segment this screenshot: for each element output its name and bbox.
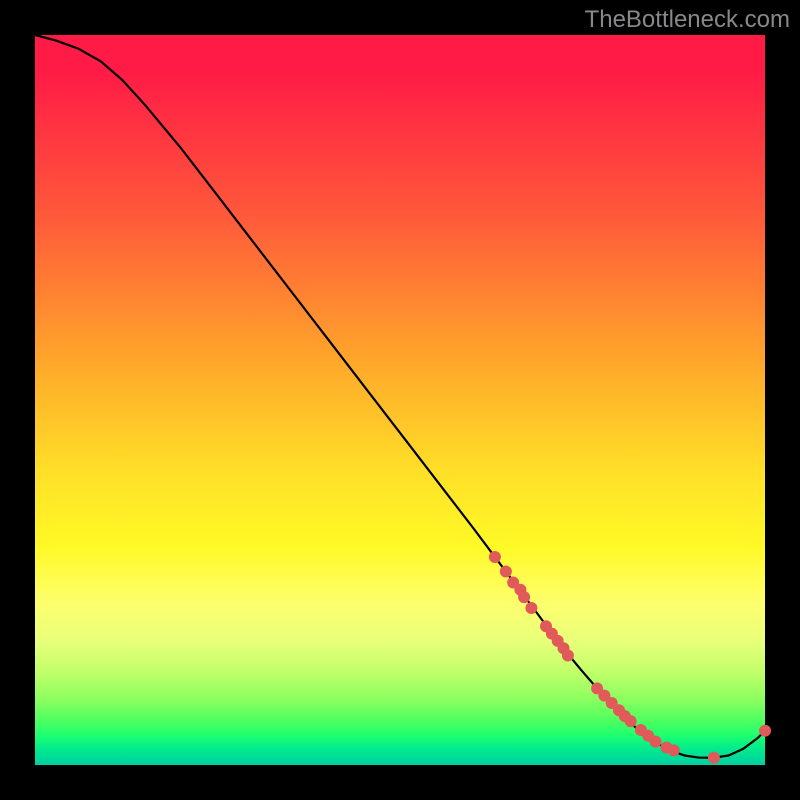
watermark: TheBottleneck.com [585, 6, 790, 34]
data-point [759, 725, 771, 737]
data-point [500, 566, 512, 578]
data-point [668, 744, 680, 756]
data-point [562, 650, 574, 662]
points-layer [35, 35, 765, 765]
chart-container: TheBottleneck.com [0, 0, 800, 800]
data-point [625, 715, 637, 727]
data-point [650, 736, 662, 748]
data-point [708, 752, 720, 764]
plot-area [35, 35, 765, 765]
data-point [525, 602, 537, 614]
data-point [489, 551, 501, 563]
scatter-points [489, 551, 771, 764]
data-point [518, 591, 530, 603]
